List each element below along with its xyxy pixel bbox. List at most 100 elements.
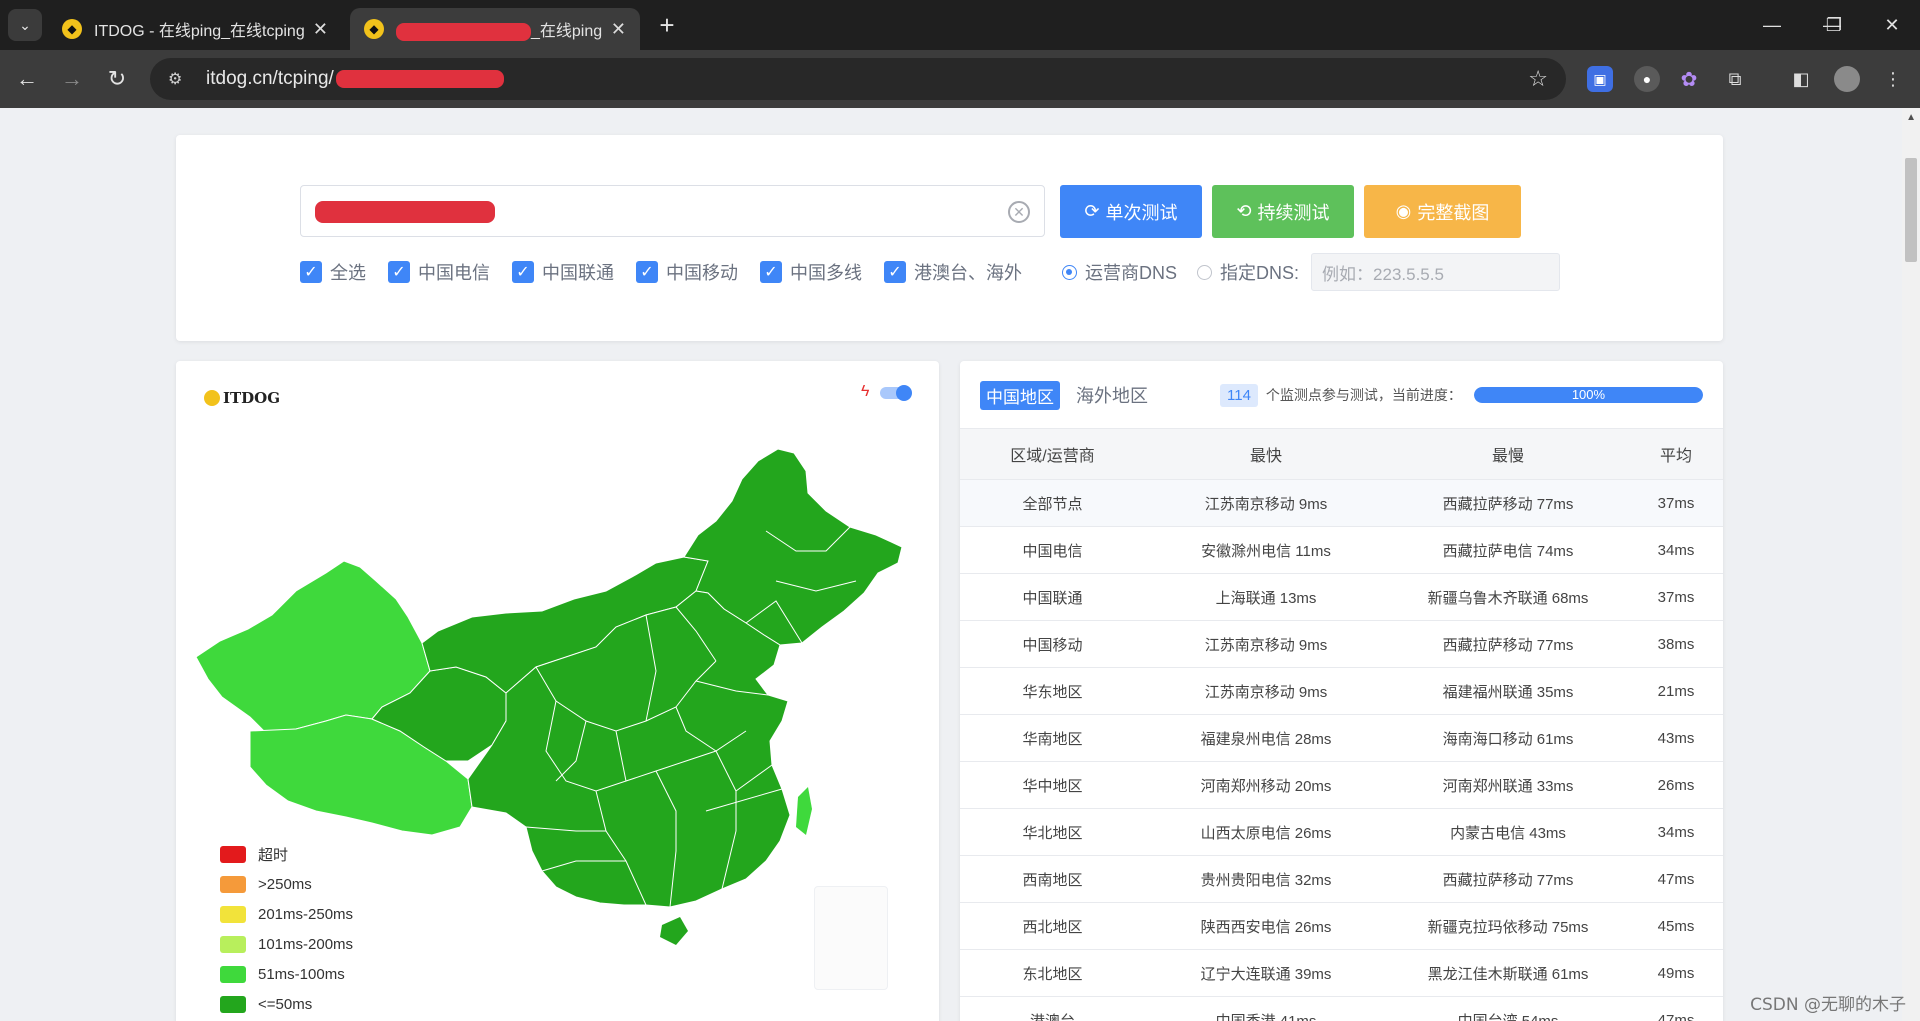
itdog-logo: ITDOG — [204, 389, 280, 407]
node-count-badge: 114 — [1220, 383, 1258, 407]
checkbox-mobile[interactable]: ✓ 中国移动 — [636, 259, 738, 285]
latency-map-panel: ITDOG ϟ 超时 >250ms 201ms-250ms 101ms-200m… — [176, 361, 939, 1021]
map-region-taiwan — [796, 787, 812, 835]
map-toggle-switch[interactable] — [880, 385, 912, 401]
table-cell: 47ms — [1629, 855, 1723, 903]
reload-icon[interactable]: ↻ — [100, 62, 134, 96]
table-cell: 港澳台 — [960, 996, 1145, 1021]
checkbox-overseas[interactable]: ✓ 港澳台、海外 — [884, 259, 1022, 285]
table-row[interactable]: 西南地区 贵州贵阳电信 32ms 西藏拉萨移动 77ms 47ms — [960, 855, 1723, 903]
checkbox-multiline[interactable]: ✓ 中国多线 — [760, 259, 862, 285]
check-icon: ✓ — [760, 261, 782, 283]
checkbox-all[interactable]: ✓ 全选 — [300, 259, 366, 285]
scroll-up-arrow-icon[interactable]: ▲ — [1906, 112, 1916, 123]
target-host-input[interactable]: ✕ — [300, 185, 1045, 237]
close-tab-icon[interactable]: ✕ — [611, 19, 626, 40]
refresh-icon: ⟳ — [1084, 201, 1100, 221]
table-row[interactable]: 港澳台 中国香港 41ms 中国台湾 54ms 47ms — [960, 996, 1723, 1021]
browser-tab-bar: ⌄ ◆ ITDOG - 在线ping_在线tcping ✕ ◆ _在线ping … — [0, 0, 1920, 50]
table-cell: 43ms — [1629, 714, 1723, 762]
check-icon: ✓ — [884, 261, 906, 283]
table-cell: 辽宁大连联通 39ms — [1145, 949, 1387, 997]
restore-icon[interactable]: ❐ — [1814, 10, 1854, 40]
tab-title: ITDOG - 在线ping_在线tcping — [94, 23, 305, 40]
table-cell: 西南地区 — [960, 855, 1145, 903]
table-row[interactable]: 中国电信 安徽滁州电信 11ms 西藏拉萨电信 74ms 34ms — [960, 526, 1723, 574]
table-cell: 中国联通 — [960, 573, 1145, 621]
legend-item: 超时 — [220, 839, 353, 869]
tab-search-button[interactable]: ⌄ — [8, 9, 42, 41]
redacted-text — [396, 22, 531, 41]
search-panel: ✕ ⟳ 单次测试 ⟲ 持续测试 ◉ 完整截图 ✓ 全选 ✓ 中国电信 ✓ 中国联通 ✓ 中国移… — [176, 135, 1723, 341]
table-cell: 中国电信 — [960, 526, 1145, 574]
browser-tab-2[interactable]: ◆ _在线ping ✕ — [350, 8, 640, 50]
table-row[interactable]: 华北地区 山西太原电信 26ms 内蒙古电信 43ms 34ms — [960, 808, 1723, 856]
continuous-test-button[interactable]: ⟲ 持续测试 — [1212, 185, 1354, 238]
table-row[interactable]: 华南地区 福建泉州电信 28ms 海南海口移动 61ms 43ms — [960, 714, 1723, 762]
column-header: 最慢 — [1387, 428, 1629, 480]
new-tab-button[interactable]: + — [652, 10, 682, 40]
forward-arrow-icon[interactable]: → — [55, 62, 89, 96]
site-info-icon[interactable]: ⚙ — [168, 69, 192, 89]
table-row[interactable]: 全部节点 江苏南京移动 9ms 西藏拉萨移动 77ms 37ms — [960, 479, 1723, 527]
bookmark-star-icon[interactable]: ☆ — [1528, 66, 1548, 92]
scrollbar-thumb[interactable] — [1905, 158, 1917, 262]
menu-dots-icon[interactable]: ⋮ — [1880, 66, 1906, 92]
table-cell: 中国移动 — [960, 620, 1145, 668]
close-window-icon[interactable]: ✕ — [1872, 10, 1912, 40]
table-cell: 福建泉州电信 28ms — [1145, 714, 1387, 762]
minimize-button[interactable]: ― — [1752, 10, 1792, 40]
repeat-icon: ⟲ — [1236, 201, 1252, 221]
table-row[interactable]: 东北地区 辽宁大连联通 39ms 黑龙江佳木斯联通 61ms 49ms — [960, 949, 1723, 997]
table-row[interactable]: 西北地区 陕西西安电信 26ms 新疆克拉玛依移动 75ms 45ms — [960, 902, 1723, 950]
side-panel-icon[interactable]: ◧ — [1788, 66, 1814, 92]
close-tab-icon[interactable]: ✕ — [313, 19, 328, 40]
redacted-text — [335, 70, 504, 88]
table-cell: 山西太原电信 26ms — [1145, 808, 1387, 856]
extension-ai-icon[interactable]: ✿ — [1676, 66, 1702, 92]
table-row[interactable]: 中国联通 上海联通 13ms 新疆乌鲁木齐联通 68ms 37ms — [960, 573, 1723, 621]
radio-isp-dns[interactable]: 运营商DNS — [1062, 259, 1177, 285]
table-cell: 东北地区 — [960, 949, 1145, 997]
checkbox-unicom[interactable]: ✓ 中国联通 — [512, 259, 614, 285]
table-cell: 江苏南京移动 9ms — [1145, 479, 1387, 527]
tab-title: _在线ping — [531, 23, 603, 40]
address-bar[interactable]: ⚙ itdog.cn/tcping/ ☆ — [150, 58, 1566, 100]
table-cell: 西藏拉萨移动 77ms — [1387, 620, 1629, 668]
table-cell: 47ms — [1629, 996, 1723, 1021]
table-cell: 34ms — [1629, 526, 1723, 574]
extension-shield-icon[interactable]: ▣ — [1587, 66, 1613, 92]
table-cell: 中国香港 41ms — [1145, 996, 1387, 1021]
back-arrow-icon[interactable]: ← — [10, 62, 44, 96]
progress-caption: 个监测点参与测试，当前进度： — [1265, 387, 1462, 403]
tab-overseas-region[interactable]: 海外地区 — [1076, 382, 1148, 408]
clear-input-icon[interactable]: ✕ — [1008, 201, 1030, 223]
table-cell: 海南海口移动 61ms — [1387, 714, 1629, 762]
table-cell: 西藏拉萨电信 74ms — [1387, 526, 1629, 574]
table-cell: 河南郑州联通 33ms — [1387, 761, 1629, 809]
table-cell: 河南郑州移动 20ms — [1145, 761, 1387, 809]
results-panel: 中国地区 海外地区 114 个监测点参与测试，当前进度： 100% 区域/运营商… — [960, 361, 1723, 1021]
table-cell: 中国台湾 54ms — [1387, 996, 1629, 1021]
column-header: 区域/运营商 — [960, 428, 1145, 480]
map-region-hainan — [660, 917, 688, 945]
single-test-button[interactable]: ⟳ 单次测试 — [1060, 185, 1202, 238]
table-row[interactable]: 中国移动 江苏南京移动 9ms 西藏拉萨移动 77ms 38ms — [960, 620, 1723, 668]
tab-china-region[interactable]: 中国地区 — [980, 380, 1060, 410]
extension-badge-icon[interactable]: ● — [1634, 66, 1660, 92]
extensions-puzzle-icon[interactable]: ⧉ — [1722, 66, 1748, 92]
legend-item: <=50ms — [220, 989, 353, 1019]
checkbox-telecom[interactable]: ✓ 中国电信 — [388, 259, 490, 285]
radio-custom-dns[interactable]: 指定DNS: — [1197, 259, 1299, 285]
table-row[interactable]: 华东地区 江苏南京移动 9ms 福建福州联通 35ms 21ms — [960, 667, 1723, 715]
browser-tab-1[interactable]: ◆ ITDOG - 在线ping_在线tcping ✕ — [48, 8, 342, 50]
table-row[interactable]: 华中地区 河南郑州移动 20ms 河南郑州联通 33ms 26ms — [960, 761, 1723, 809]
screenshot-button[interactable]: ◉ 完整截图 — [1364, 185, 1521, 238]
custom-dns-input[interactable]: 例如：223.5.5.5 — [1311, 253, 1561, 291]
dns-radio-group: 运营商DNS 指定DNS: 例如：223.5.5.5 — [1062, 251, 1561, 293]
legend-item: 51ms-100ms — [220, 959, 353, 989]
table-cell: 新疆克拉玛依移动 75ms — [1387, 902, 1629, 950]
isp-filter-checkboxes: ✓ 全选 ✓ 中国电信 ✓ 中国联通 ✓ 中国移动 ✓ 中国多线 ✓ 港澳台、海外 — [300, 259, 1044, 285]
south-china-sea-inset — [814, 886, 888, 990]
profile-avatar[interactable] — [1834, 66, 1860, 92]
